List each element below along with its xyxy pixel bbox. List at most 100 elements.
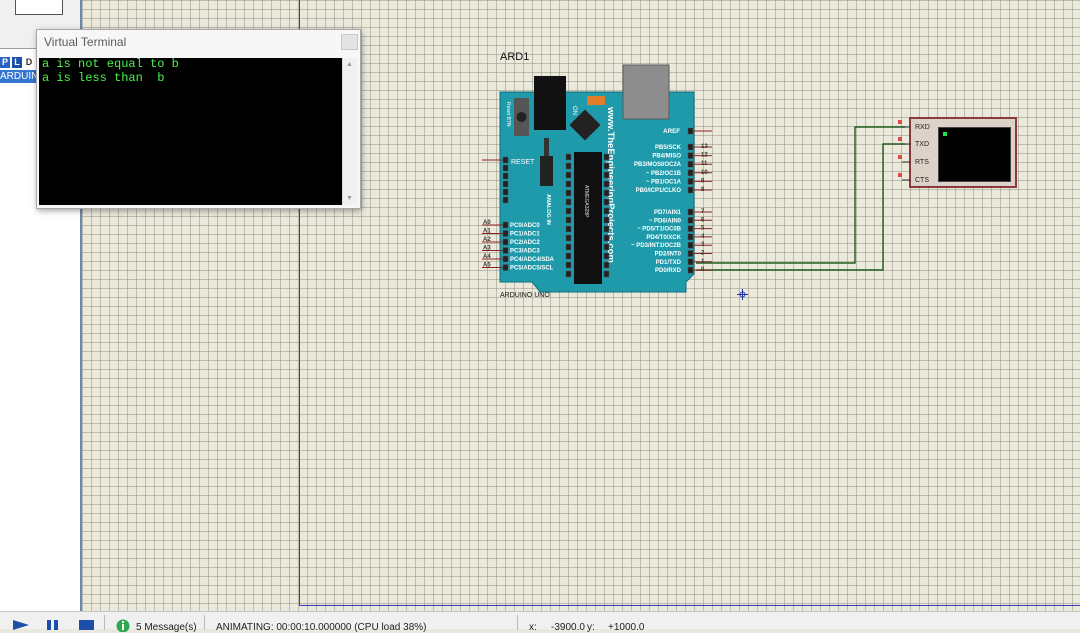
- pin-label: PC1/ADC1: [510, 232, 540, 238]
- pin-label: PD2/INT0: [655, 252, 682, 258]
- wire-tx-rxd: [696, 126, 905, 264]
- pin-hole: [502, 156, 509, 164]
- terminal-line: a is not equal to b: [42, 57, 179, 71]
- y-coord-label: y:: [587, 622, 595, 633]
- pin-hole: [502, 238, 509, 246]
- terminal-pin-txd: TXD: [915, 141, 929, 148]
- pin-number: 10: [701, 170, 708, 176]
- status-bar: 5 Message(s) ANIMATING: 00:00:10.000000 …: [0, 611, 1080, 633]
- pin-label: PD4/T0/XCK: [646, 235, 681, 241]
- vertical-scrollbar[interactable]: ▲ ▼: [342, 58, 357, 205]
- window-title: Virtual Terminal: [44, 35, 127, 49]
- pin-hole: [502, 172, 509, 180]
- terminal-screen: [938, 127, 1011, 182]
- pin-label: PC3/ADC3: [510, 249, 540, 255]
- terminal-pin-rxd: RXD: [915, 124, 930, 131]
- pin-label: ~ PB2/OC1B: [646, 171, 682, 177]
- pin-hole: [603, 180, 610, 188]
- pin-hole: [687, 225, 694, 232]
- pin-hole: [687, 266, 694, 274]
- pin-hole: [687, 127, 694, 135]
- pin-hole: [565, 198, 572, 206]
- stop-icon[interactable]: [78, 619, 95, 630]
- terminal-pin-rts: RTS: [915, 159, 929, 166]
- pin-number: 12: [701, 153, 708, 159]
- arduino-uno-board[interactable]: ON Reset BTN ATMEGA328P ANALOG IN www.Th…: [482, 64, 712, 293]
- pin-label: PD1/TXD: [656, 260, 682, 266]
- pin-number: 13: [701, 144, 708, 150]
- pin-hole: [565, 207, 572, 215]
- pin-hole: [603, 189, 610, 197]
- pin-label: PB4/MISO: [652, 154, 681, 160]
- crystal: [544, 138, 549, 156]
- pin-hole: [603, 234, 610, 242]
- wire-rx-txd: [696, 143, 905, 271]
- pin-hole: [502, 188, 509, 196]
- pin-hole: [565, 153, 572, 161]
- pin-hole: [603, 225, 610, 233]
- pin-hole: [565, 261, 572, 269]
- pin-label: PB3/MOSI/OC2A: [634, 162, 682, 168]
- terminal-pin-stubs: [898, 120, 911, 181]
- close-button[interactable]: [341, 34, 358, 50]
- pin-number: A0: [483, 220, 491, 226]
- pin-hole: [603, 171, 610, 179]
- pin-hole: [687, 186, 694, 194]
- pin-hole: [502, 164, 509, 172]
- analog-in-label: ANALOG IN: [545, 194, 551, 225]
- chip-label: ATMEGA328P: [583, 185, 589, 218]
- y-coord-value: +1000.0: [608, 622, 645, 633]
- terminal-line: a is less than b: [42, 70, 165, 85]
- pin-hole: [502, 180, 509, 188]
- pin-label: PD0/RXD: [655, 268, 682, 274]
- arduino-ref-label: ARD1: [500, 51, 530, 63]
- pin-hole: [565, 243, 572, 251]
- pin-number: 11: [701, 161, 708, 167]
- pin-label: PC4/ADC4/SDA: [510, 257, 555, 263]
- pin-hole: [603, 261, 610, 269]
- x-coord-value: -3900.0: [551, 622, 585, 633]
- pin-hole: [687, 250, 694, 257]
- pin-hole: [687, 178, 694, 185]
- reset-btn-label: Reset BTN: [505, 102, 511, 127]
- pin-number: A2: [483, 237, 491, 243]
- virtual-terminal-component[interactable]: RXD TXD RTS CTS: [909, 117, 1017, 188]
- on-label: ON: [571, 106, 577, 115]
- usb-connector: [622, 64, 670, 120]
- virtual-terminal-window[interactable]: Virtual Terminal a is not equal to b a i…: [36, 29, 361, 209]
- crosshair-cursor-icon: [737, 289, 748, 300]
- pin-label: PB5/SCK: [655, 145, 682, 151]
- pin-hole: [502, 196, 509, 204]
- pause-icon[interactable]: [46, 619, 60, 630]
- terminal-output[interactable]: a is not equal to b a is less than b: [39, 57, 342, 205]
- pin-hole: [603, 153, 610, 161]
- pin-hole: [502, 247, 509, 254]
- scroll-up-icon[interactable]: ▲: [346, 61, 353, 68]
- pin-hole: [687, 160, 694, 168]
- divider: [204, 615, 205, 630]
- pin-label: PC0/ADC0: [510, 223, 540, 229]
- arduino-name-label: ARDUINO UNO: [500, 292, 550, 299]
- pin-hole: [603, 162, 610, 170]
- power-jack: [534, 76, 566, 130]
- pin-hole: [565, 252, 572, 260]
- pin-number: A1: [483, 229, 491, 235]
- pin-hole: [502, 230, 509, 237]
- pin-number: A4: [483, 254, 491, 260]
- scroll-down-icon[interactable]: ▼: [346, 195, 353, 202]
- messages-count[interactable]: 5 Message(s): [136, 622, 197, 633]
- pin-hole: [565, 270, 572, 278]
- pin-number: A5: [483, 263, 491, 269]
- pin-label: PB0/ICP1/CLKO: [636, 188, 682, 194]
- x-coord-label: x:: [529, 622, 537, 633]
- pin-hole: [687, 208, 694, 216]
- pin-hole: [565, 225, 572, 233]
- pin-hole: [565, 171, 572, 179]
- terminal-led: [943, 132, 947, 136]
- pin-hole: [687, 233, 694, 241]
- atmega-chip: [574, 152, 602, 284]
- pin-hole: [502, 255, 509, 263]
- pin-label: PD7/AIN1: [654, 210, 682, 216]
- play-icon[interactable]: [12, 619, 30, 630]
- reset-pin-label: RESET: [511, 159, 535, 166]
